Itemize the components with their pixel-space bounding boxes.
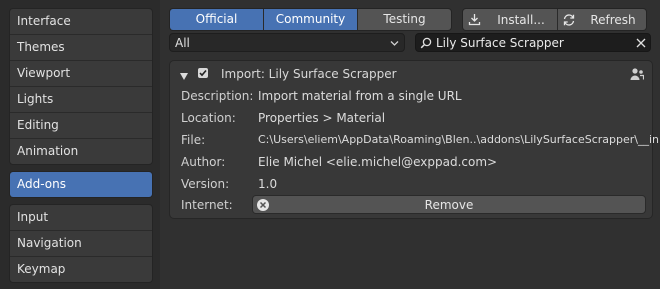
install-label: Install... [497,12,545,27]
nav-item-add-ons[interactable]: Add-ons [10,172,152,197]
nav-item-viewport[interactable]: Viewport [10,60,152,86]
description-label: Description: [181,89,254,103]
chevron-down-icon [390,34,399,59]
author-value: Elie Michel <elie.michel@exppad.com> [258,155,498,169]
nav-group-general: Interface Themes Viewport Lights Editing… [9,8,153,165]
version-value: 1.0 [258,177,278,191]
download-icon [463,13,485,26]
addon-header[interactable]: Import: Lily Surface Scrapper [170,65,652,83]
install-refresh-group: Install... Refresh [462,8,647,31]
addons-panel: Official Community Testing Install... Re… [160,0,660,289]
nav-item-lights[interactable]: Lights [10,86,152,112]
category-value: All [175,36,190,50]
checkmark-icon [199,69,207,77]
description-value: Import material from a single URL [258,89,462,103]
expand-triangle-icon[interactable] [180,69,188,83]
clear-search-icon[interactable] [632,38,650,48]
tab-official[interactable]: Official [170,9,263,30]
addon-item: Import: Lily Surface Scrapper Descriptio… [169,60,660,219]
location-label: Location: [181,111,236,125]
remove-label: Remove [424,197,474,212]
addon-title: Import: Lily Surface Scrapper [221,67,397,81]
nav-item-keymap[interactable]: Keymap [10,256,152,282]
nav-item-input[interactable]: Input [10,205,152,230]
internet-label: Internet: [181,198,233,212]
search-icon [416,37,436,49]
nav-group-input: Input Navigation Keymap [9,204,153,283]
category-dropdown[interactable]: All [169,33,405,52]
search-field[interactable]: Lily Surface Scrapper [415,33,651,52]
nav-item-interface[interactable]: Interface [10,9,152,34]
install-button[interactable]: Install... [463,9,558,30]
version-label: Version: [181,177,230,191]
enable-addon-checkbox[interactable] [198,68,208,78]
search-input[interactable]: Lily Surface Scrapper [436,36,632,50]
remove-x-circle-icon [253,198,273,212]
community-user-icon [630,67,645,84]
nav-group-addons: Add-ons [9,171,153,198]
refresh-button[interactable]: Refresh [558,9,646,30]
preferences-sidebar: Interface Themes Viewport Lights Editing… [0,0,160,289]
file-value: C:\Users\eliem\AppData\Roaming\Blen..\ad… [258,133,660,146]
support-filter-tabs: Official Community Testing [169,8,452,31]
author-label: Author: [181,155,226,169]
refresh-label: Refresh [590,12,636,27]
nav-item-animation[interactable]: Animation [10,138,152,164]
tab-community[interactable]: Community [263,9,357,30]
nav-item-themes[interactable]: Themes [10,34,152,60]
refresh-icon [558,13,580,27]
remove-button[interactable]: Remove [252,195,646,214]
nav-item-navigation[interactable]: Navigation [10,230,152,256]
tab-testing[interactable]: Testing [357,9,451,30]
location-value: Properties > Material [258,111,386,125]
file-label: File: [181,133,206,147]
nav-item-editing[interactable]: Editing [10,112,152,138]
